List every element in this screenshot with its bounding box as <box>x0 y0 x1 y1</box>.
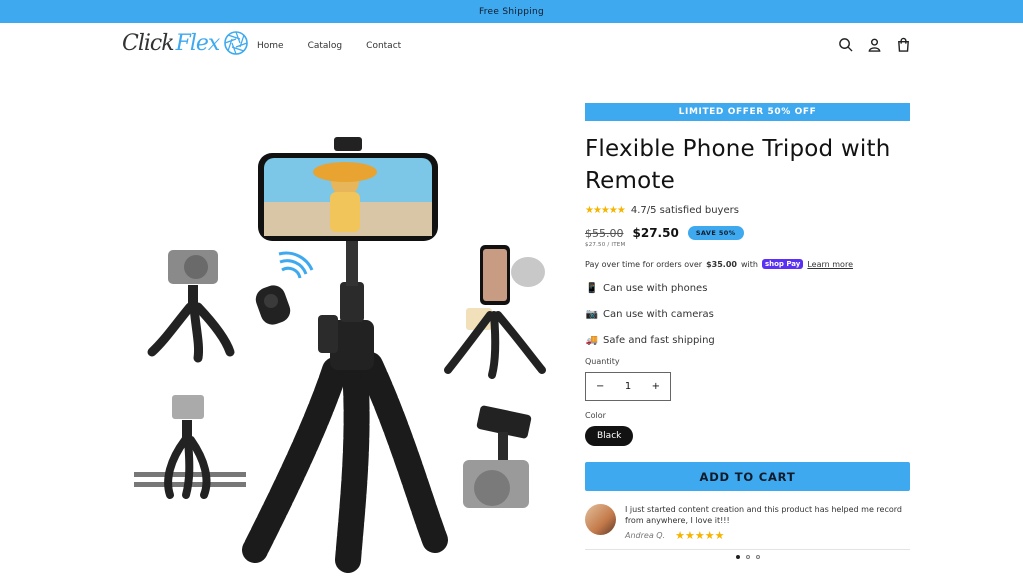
review-card: I just started content creation and this… <box>585 504 910 542</box>
unit-price: $27.50 / ITEM <box>585 242 626 248</box>
feature-cameras: 📷 Can use with cameras <box>585 307 910 321</box>
camera-aperture-icon <box>224 31 249 55</box>
product-image[interactable] <box>130 120 560 585</box>
review-text: I just started content creation and this… <box>625 505 902 525</box>
review-divider <box>585 549 910 550</box>
header-icons <box>838 37 911 52</box>
pagination-dot[interactable] <box>735 555 740 559</box>
price-row: $55.00 $27.50 SAVE 50% <box>585 226 910 240</box>
color-option-black[interactable]: Black <box>585 426 634 446</box>
rating-text: 4.7/5 satisfied buyers <box>630 205 739 216</box>
review-author: Andrea Q. <box>625 531 666 540</box>
camera-icon: 📷 <box>585 308 599 320</box>
minus-icon[interactable]: − <box>596 381 604 392</box>
add-to-cart-button[interactable]: ADD TO CART <box>585 462 910 491</box>
pay-threshold: $35.00 <box>706 259 737 269</box>
main-nav: Home Catalog Contact <box>257 41 401 51</box>
site-header: Click Flex Home Catalog Contact <box>0 23 1023 70</box>
nav-home[interactable]: Home <box>257 41 284 51</box>
brand-name-part1: Click <box>122 30 175 56</box>
feature-text: Can use with phones <box>603 282 708 294</box>
rating-row: ★★★★★ 4.7/5 satisfied buyers <box>585 205 910 216</box>
nav-catalog[interactable]: Catalog <box>308 41 343 51</box>
phone-mic-illustration <box>444 245 546 379</box>
main-tripod-illustration <box>242 137 448 573</box>
announcement-text: Free Shipping <box>478 6 545 17</box>
feature-text: Safe and fast shipping <box>603 334 715 346</box>
price-old: $55.00 <box>585 226 624 240</box>
learn-more-link[interactable]: Learn more <box>807 260 853 269</box>
save-badge: SAVE 50% <box>687 226 744 240</box>
review-pagination <box>585 555 910 559</box>
installments-note: Pay over time for orders over $35.00 wit… <box>585 259 910 269</box>
announcement-bar: Free Shipping <box>0 0 1023 23</box>
plus-icon[interactable]: + <box>652 381 660 392</box>
rating-stars: ★★★★★ <box>585 205 626 216</box>
feature-shipping: 🚚 Safe and fast shipping <box>585 333 910 347</box>
remote-illustration <box>255 251 314 325</box>
camera-tripod-illustration <box>147 250 235 363</box>
action-camera-illustration <box>134 395 246 499</box>
price-new: $27.50 <box>632 226 679 240</box>
search-icon[interactable] <box>838 37 853 52</box>
camera-mount-illustration <box>463 405 532 508</box>
product-info: LIMITED OFFER 50% OFF Flexible Phone Tri… <box>585 103 910 559</box>
truck-icon: 🚚 <box>585 334 599 346</box>
review-author-row: Andrea Q. ★★★★★ <box>625 529 910 542</box>
brand-logo[interactable]: Click Flex <box>122 30 249 56</box>
pay-text-with: with <box>740 259 758 269</box>
phone-icon: 📱 <box>585 282 599 294</box>
offer-badge: LIMITED OFFER 50% OFF <box>585 103 910 121</box>
color-label: Color <box>585 411 606 420</box>
shop-pay-logo: shop Pay <box>761 259 804 269</box>
brand-name-part2: Flex <box>175 30 221 56</box>
pay-text-before: Pay over time for orders over <box>585 259 703 269</box>
pagination-dot[interactable] <box>745 555 750 559</box>
quantity-value[interactable]: 1 <box>625 381 631 392</box>
product-title: Flexible Phone Tripod with Remote <box>585 136 891 194</box>
cart-icon[interactable] <box>896 37 911 52</box>
pagination-dot[interactable] <box>755 555 760 559</box>
quantity-stepper: − 1 + <box>585 372 671 401</box>
review-stars: ★★★★★ <box>675 529 725 542</box>
avatar <box>585 504 616 535</box>
nav-contact[interactable]: Contact <box>366 41 401 51</box>
quantity-label: Quantity <box>585 357 620 366</box>
feature-phones: 📱 Can use with phones <box>585 281 910 295</box>
account-icon[interactable] <box>867 37 882 52</box>
feature-text: Can use with cameras <box>603 308 714 320</box>
